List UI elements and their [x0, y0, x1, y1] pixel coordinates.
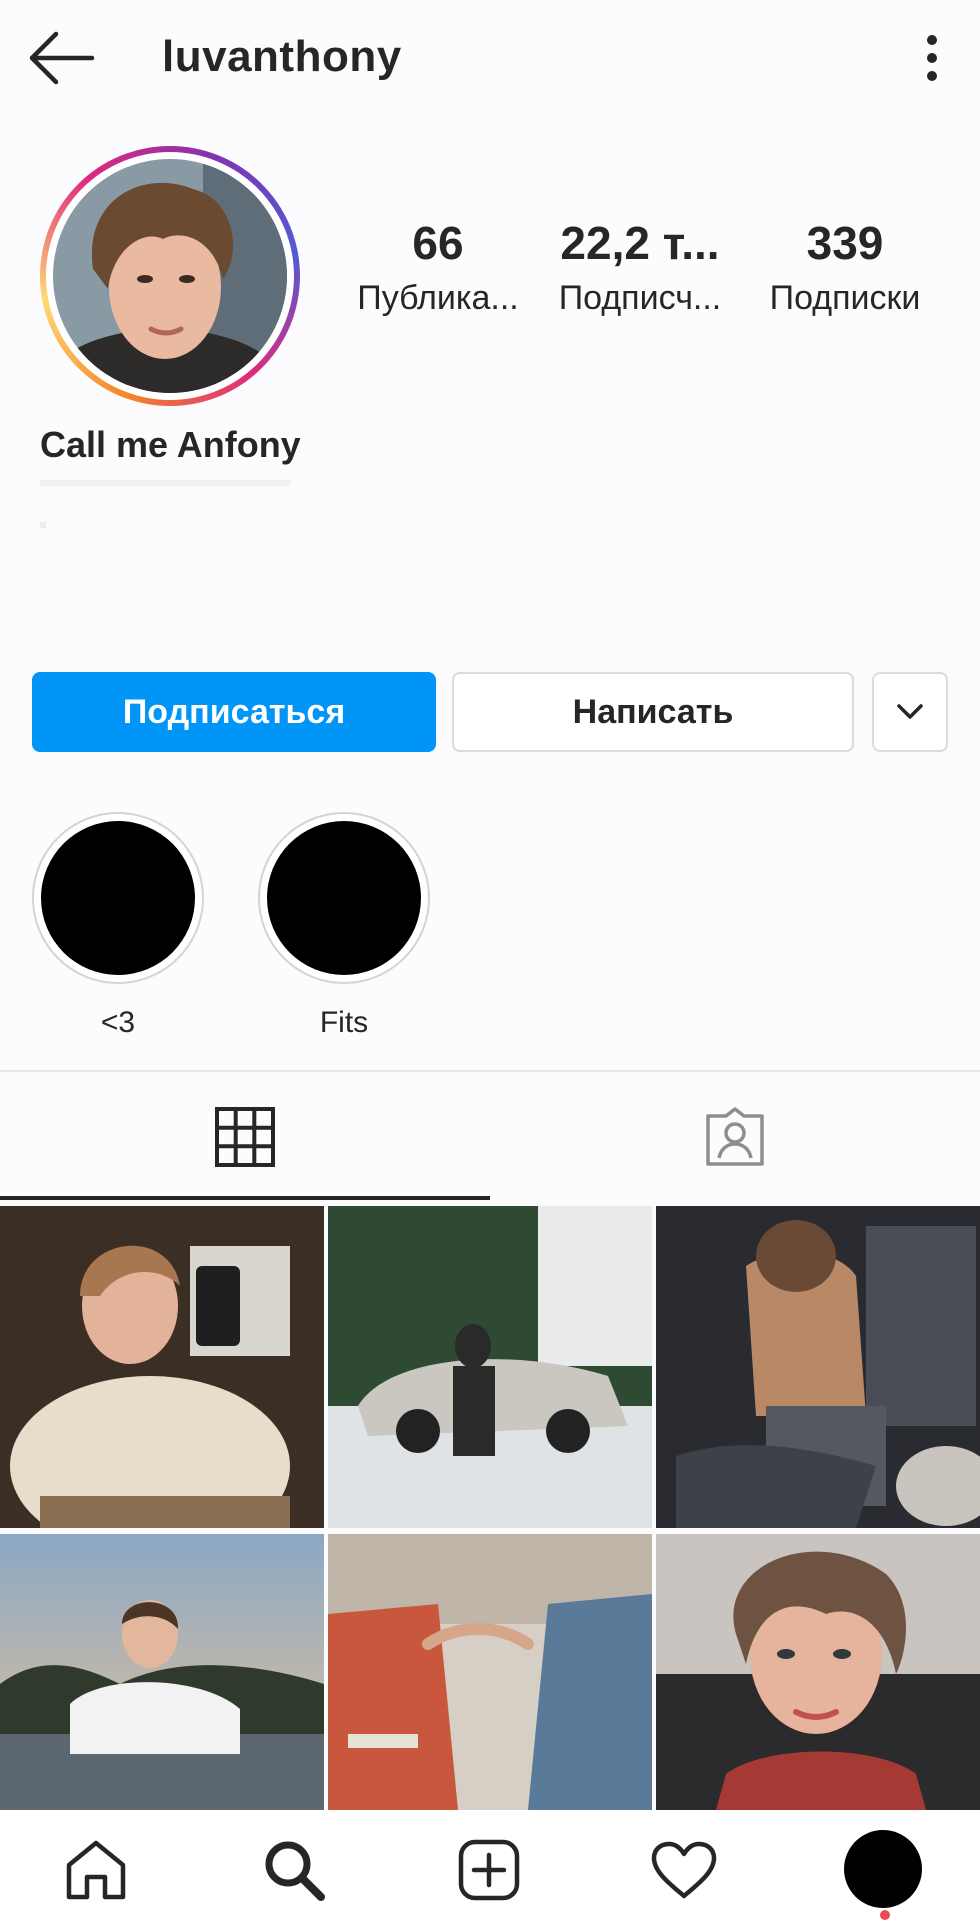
post-thumbnail[interactable] [656, 1534, 980, 1810]
stat-posts[interactable]: 66 Публика... [338, 218, 538, 318]
stat-followers-label: Подписч... [558, 278, 722, 317]
highlight-item[interactable]: <3 [32, 812, 204, 1040]
tab-posts-grid[interactable] [0, 1074, 490, 1200]
profile-avatar-small [844, 1830, 922, 1908]
more-vertical-icon [927, 35, 937, 81]
bio-placeholder-dot [40, 522, 46, 528]
stat-following-count: 339 [806, 217, 884, 269]
tab-tagged[interactable] [490, 1074, 980, 1200]
profile-avatar-story-ring[interactable] [40, 146, 300, 406]
chevron-down-icon [897, 704, 923, 719]
stat-following[interactable]: 339 Подписки [750, 218, 940, 318]
bottom-navigation [0, 1810, 980, 1920]
profile-avatar [53, 159, 287, 393]
stat-following-label: Подписки [769, 278, 921, 317]
grid-icon [215, 1107, 275, 1167]
back-button[interactable] [26, 28, 96, 88]
arrow-left-icon [29, 31, 95, 85]
tabs-divider [0, 1070, 980, 1072]
nav-home[interactable] [58, 1832, 134, 1908]
stat-followers[interactable]: 22,2 т... Подписч... [540, 218, 740, 318]
active-tab-indicator [0, 1196, 490, 1200]
suggestions-dropdown-button[interactable] [872, 672, 948, 752]
tagged-person-icon [706, 1107, 764, 1166]
stat-followers-count: 22,2 т... [560, 217, 720, 269]
post-thumbnail[interactable] [656, 1206, 980, 1528]
post-thumbnail[interactable] [0, 1534, 324, 1810]
notification-dot [880, 1910, 890, 1920]
post-thumbnail[interactable] [328, 1206, 652, 1528]
search-icon [265, 1841, 325, 1901]
highlight-cover [32, 812, 204, 984]
highlight-cover [258, 812, 430, 984]
nav-new-post[interactable] [451, 1832, 527, 1908]
follow-button[interactable]: Подписаться [32, 672, 436, 752]
nav-activity[interactable] [646, 1832, 722, 1908]
posts-grid [0, 1206, 980, 1810]
bio-placeholder-line [40, 480, 290, 486]
more-options-button[interactable] [910, 30, 954, 86]
post-thumbnail[interactable] [328, 1534, 652, 1810]
nav-search[interactable] [256, 1832, 332, 1908]
highlight-item[interactable]: Fits [258, 812, 430, 1040]
stat-posts-label: Публика... [357, 278, 519, 317]
add-post-icon [458, 1839, 520, 1901]
profile-display-name: Call me Anfony [40, 424, 301, 465]
profile-username: luvanthony [162, 32, 402, 81]
nav-profile[interactable] [840, 1826, 926, 1912]
highlight-label: <3 [100, 1006, 136, 1039]
heart-icon [651, 1841, 717, 1899]
post-thumbnail[interactable] [0, 1206, 324, 1528]
highlight-label: Fits [319, 1006, 369, 1039]
message-button[interactable]: Написать [452, 672, 854, 752]
home-icon [66, 1840, 126, 1900]
profile-header: luvanthony [0, 0, 980, 120]
stat-posts-count: 66 [412, 217, 464, 269]
